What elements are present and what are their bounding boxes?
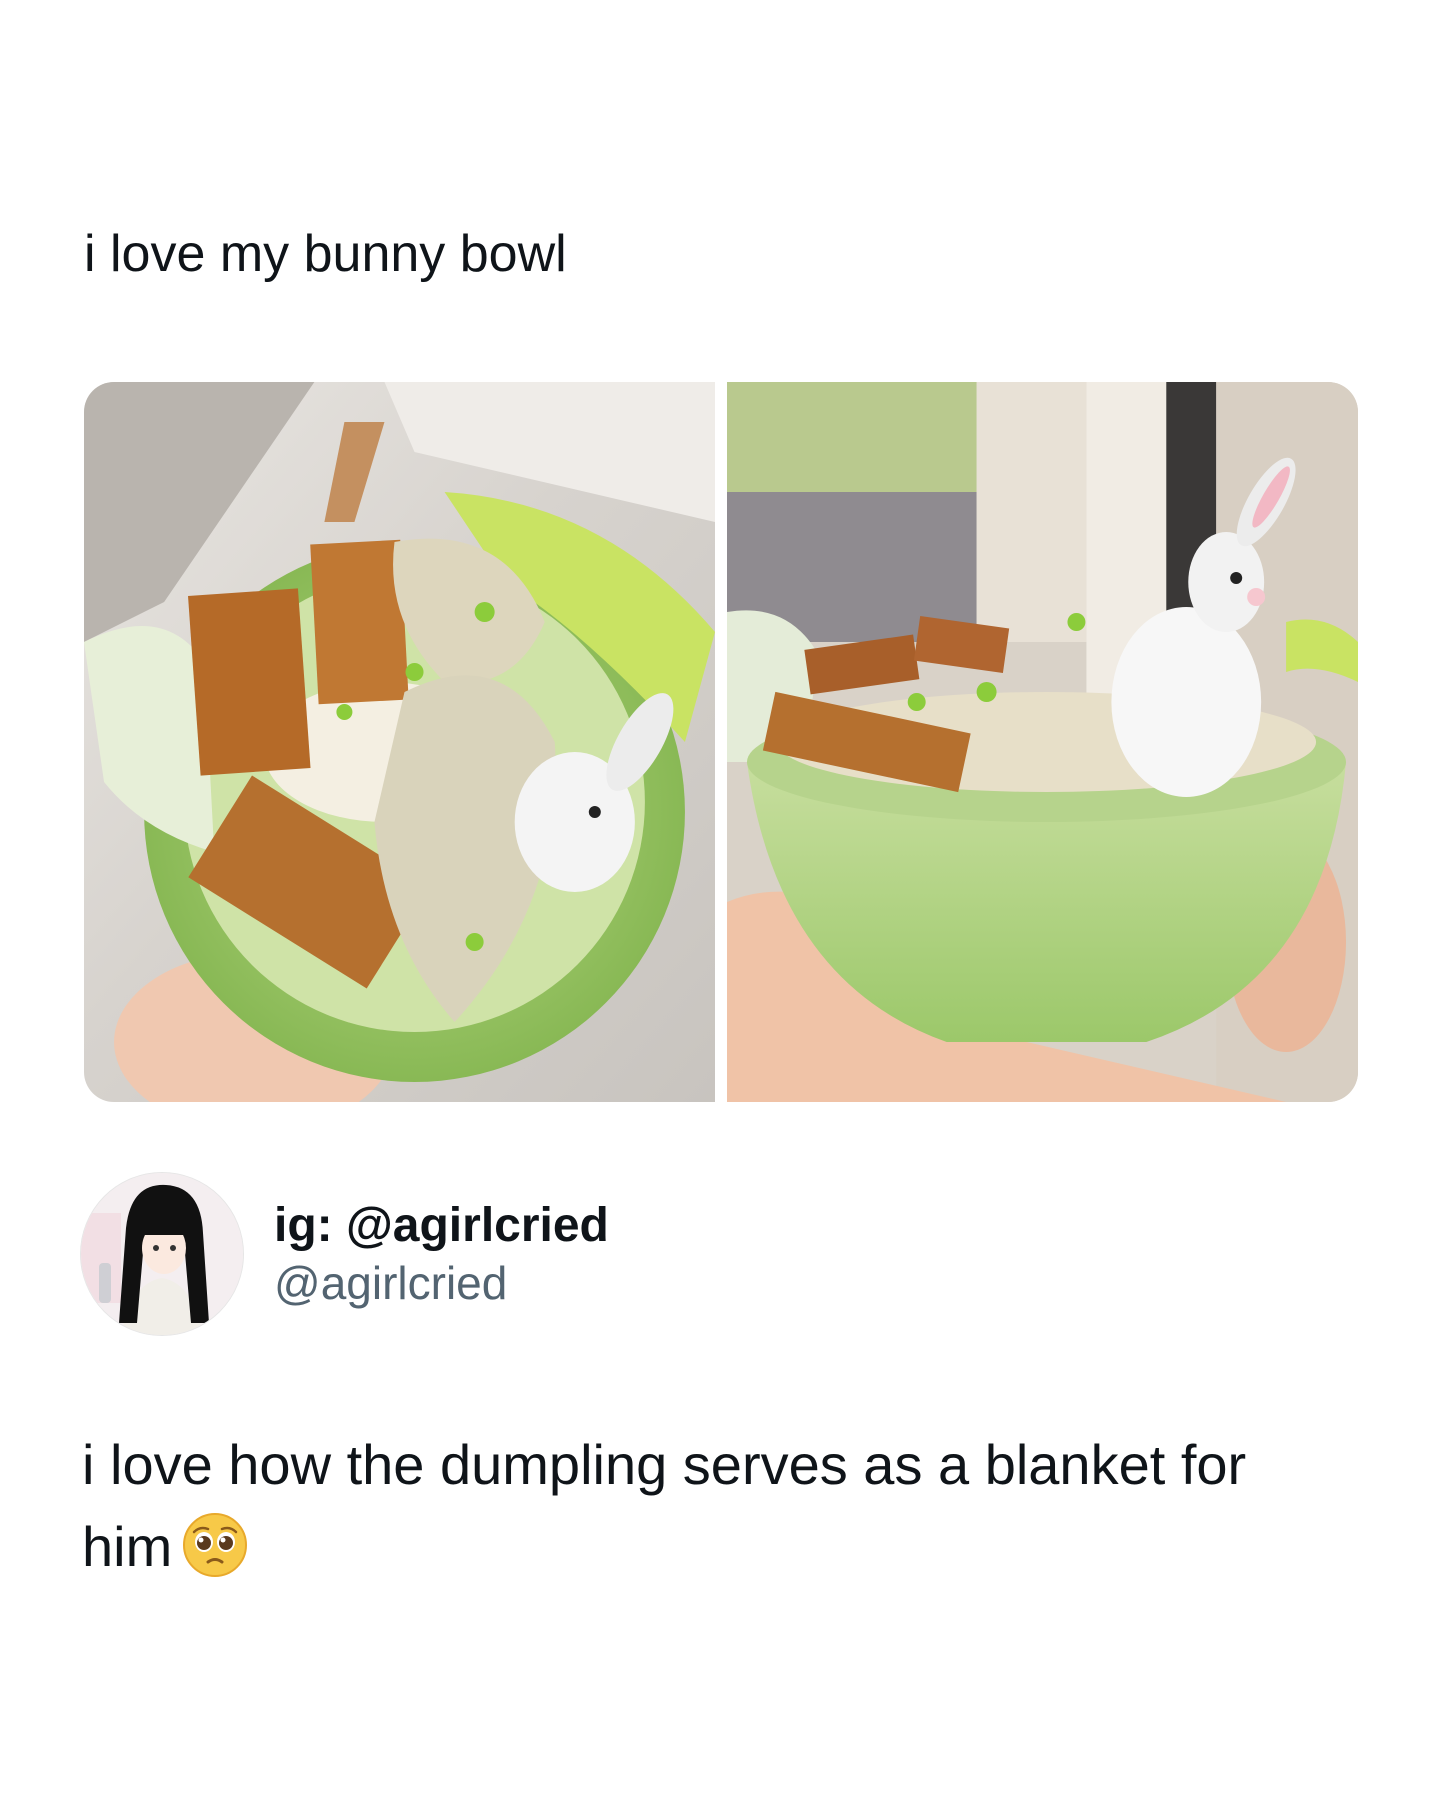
photo-top-view[interactable] (84, 382, 715, 1102)
photo-side-view[interactable] (727, 382, 1358, 1102)
anime-girl-avatar-icon (81, 1173, 243, 1335)
reply-text-content: i love how the dumpling serves as a blan… (82, 1433, 1247, 1578)
reply-text: i love how the dumpling serves as a blan… (82, 1424, 1322, 1588)
author-display-name[interactable]: ig: @agirlcried (274, 1197, 609, 1255)
pleading-face-emoji-icon (183, 1513, 248, 1577)
avatar[interactable] (80, 1172, 244, 1336)
bunny-bowl-photo-side-view (727, 382, 1358, 1102)
author-handle[interactable]: @agirlcried (274, 1255, 609, 1311)
bunny-bowl-photo-top-view (84, 382, 715, 1102)
media-grid (84, 382, 1358, 1102)
reply-author: ig: @agirlcried @agirlcried (80, 1172, 609, 1336)
quoted-tweet-text: i love my bunny bowl (84, 225, 567, 283)
